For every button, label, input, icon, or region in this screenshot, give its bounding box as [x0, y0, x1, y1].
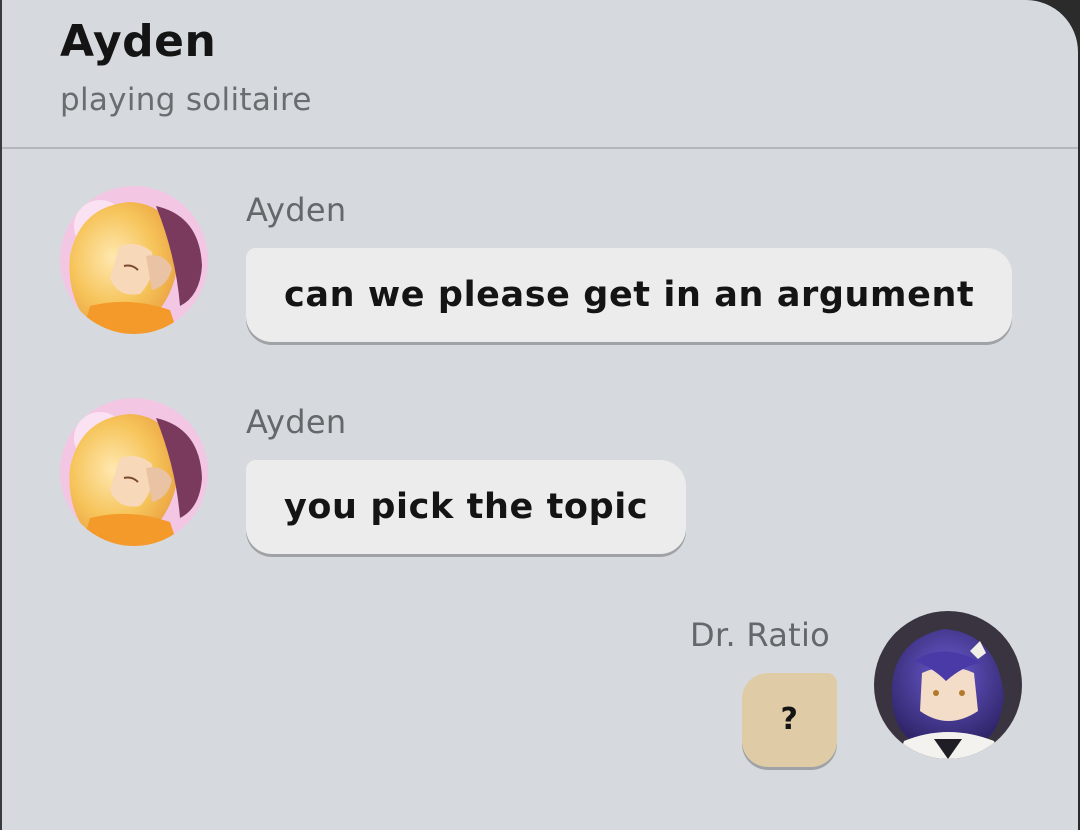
chat-status: playing solitaire	[60, 82, 312, 118]
chat-window: Ayden playing solitaire Ayden can we ple…	[0, 0, 1078, 830]
chat-title: Ayden	[60, 16, 217, 67]
message-sender: Ayden	[246, 191, 347, 229]
message-bubble[interactable]: ?	[742, 673, 837, 767]
ayden-avatar[interactable]	[60, 398, 208, 546]
message-bubble[interactable]: you pick the topic	[246, 460, 687, 554]
chat-header: Ayden playing solitaire	[2, 0, 1078, 149]
message-sender: Dr. Ratio	[690, 616, 831, 654]
ayden-avatar[interactable]	[60, 186, 208, 334]
message-bubble[interactable]: can we please get in an argument	[246, 248, 1013, 342]
dr-ratio-avatar[interactable]	[874, 611, 1022, 759]
message-sender: Ayden	[246, 403, 347, 441]
